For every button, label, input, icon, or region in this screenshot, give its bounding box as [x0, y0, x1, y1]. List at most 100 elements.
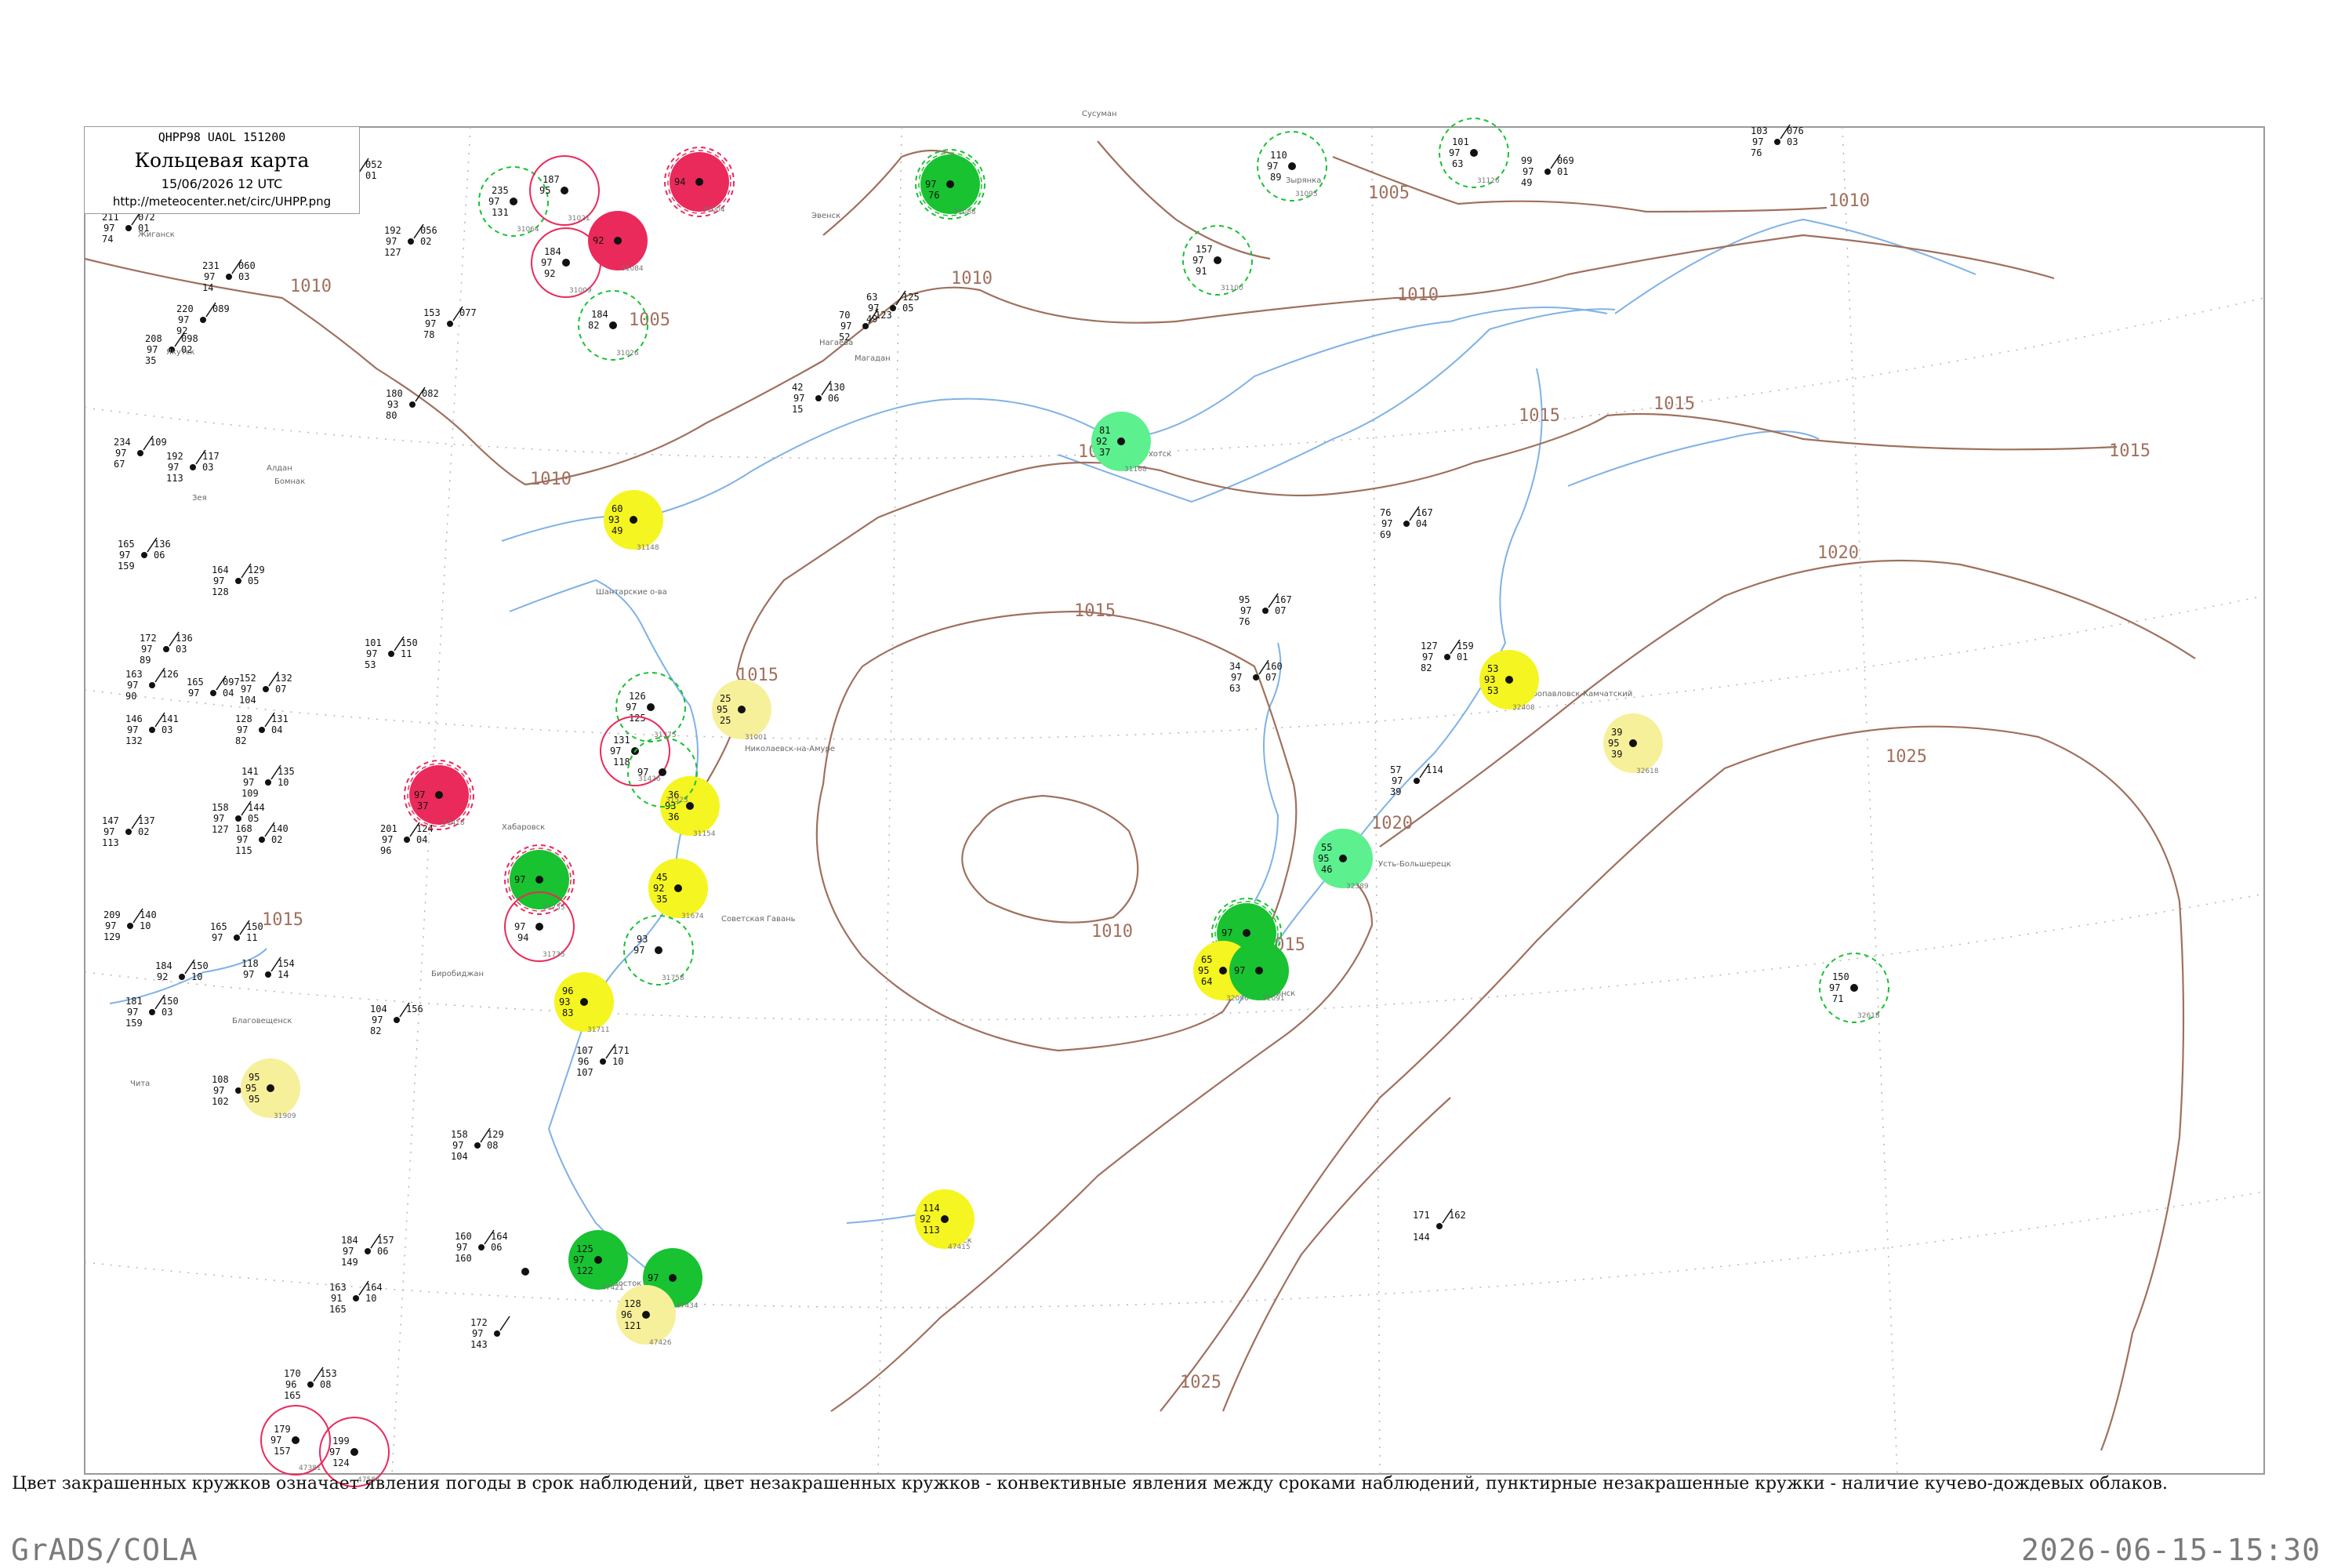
station-marker — [141, 552, 147, 558]
station-index: 47434 — [676, 1302, 699, 1310]
station-value: 164 — [212, 564, 229, 575]
station-marker — [149, 1009, 155, 1015]
station-plot: 579739 114 — [1390, 763, 1443, 797]
station-value: 140 — [140, 909, 157, 920]
station-value: 97 — [1449, 147, 1460, 158]
station-value: 97 — [452, 1140, 463, 1151]
station-plot: 16897115 14002 — [235, 822, 289, 856]
station-value: 146 — [125, 713, 143, 724]
station-value: 125 — [576, 1243, 593, 1254]
station-value: 10 — [365, 1293, 376, 1304]
station-marker — [1339, 855, 1347, 862]
station-index: 31064 — [517, 226, 539, 234]
station-marker — [1403, 521, 1410, 527]
station-plot: 769769 16704 — [1380, 506, 1433, 540]
station-index: 31523 — [666, 797, 688, 804]
station-marker — [353, 1295, 359, 1301]
station-plot: 16391165 16410 — [329, 1280, 383, 1315]
station-value: 132 — [275, 673, 292, 684]
station-value: 158 — [212, 802, 229, 813]
station-value: 129 — [248, 564, 265, 575]
station-marker — [1253, 674, 1259, 681]
station-value: 129 — [103, 931, 121, 942]
station-value: 104 — [239, 695, 256, 706]
station-value: 159 — [1457, 641, 1474, 652]
station-value: 39 — [1611, 727, 1622, 738]
station-marker — [1850, 984, 1858, 992]
station-plot: 18197159 15003 — [125, 994, 179, 1029]
station-value: 118 — [241, 958, 259, 969]
station-value: 53 — [1487, 685, 1498, 696]
station-plot: 16097160 16406 — [455, 1229, 508, 1264]
station-plot: 2209792089 — [176, 302, 230, 336]
station-value: 94 — [517, 932, 528, 943]
place-name: Чита — [130, 1080, 150, 1088]
station-value: 97 — [119, 550, 130, 561]
weather-circle: 1509771 32618 — [1819, 953, 1889, 1023]
place-name: Хабаровск — [502, 823, 545, 832]
station-marker — [659, 768, 666, 776]
isobar-label: 1010 — [530, 470, 572, 489]
station-value: 08 — [320, 1379, 331, 1390]
station-plot: 429715 13006 — [792, 380, 845, 415]
station-value: 156 — [406, 1004, 423, 1014]
station-marker — [127, 923, 133, 929]
station-value: 97 — [1231, 672, 1242, 683]
station-value: 192 — [384, 225, 401, 236]
station-value: 157 — [377, 1235, 394, 1246]
station-value: 42 — [792, 382, 803, 393]
station-value: 06 — [377, 1246, 388, 1257]
station-index: 31674 — [681, 913, 704, 920]
station-value: 07 — [1275, 605, 1286, 616]
station-index: 47381 — [299, 1465, 321, 1472]
weather-circle: 9776 31088 — [915, 149, 985, 220]
station-value: 97 — [1192, 255, 1203, 266]
station-value: 97 — [270, 1435, 281, 1446]
station-value: 37 — [1099, 447, 1110, 458]
station-value: 97 — [1752, 136, 1763, 147]
station-value: 97 — [1234, 965, 1245, 976]
weather-map: 1010100510101010101010101015101510151015… — [84, 110, 2265, 1487]
station-value: 10 — [278, 777, 289, 788]
station-value: 97 — [243, 969, 254, 980]
station-value: 39 — [1390, 786, 1401, 797]
station-value: 128 — [212, 586, 229, 597]
isobar-label: 1025 — [1886, 747, 1927, 767]
station-plot: 14797113 13702 — [102, 814, 155, 848]
station-value: 76 — [1751, 147, 1762, 158]
station-value: 06 — [828, 393, 839, 404]
station-plot: 17297143 — [470, 1316, 510, 1350]
station-value: 127 — [212, 824, 229, 835]
station-value: 143 — [470, 1339, 488, 1350]
weather-circle: 17997157 47381 — [260, 1405, 331, 1475]
station-value: 97 — [366, 648, 377, 659]
station-value: 127 — [1421, 641, 1438, 652]
station-value: 130 — [828, 382, 845, 393]
station-value: 107 — [576, 1045, 593, 1056]
station-value: 97 — [213, 813, 224, 824]
station-plot: 11897 15414 — [241, 956, 295, 980]
station-marker — [600, 1058, 606, 1065]
station-value: 153 — [423, 307, 441, 318]
station-value: 91 — [1196, 266, 1207, 277]
station-value: 114 — [1426, 764, 1443, 775]
station-value: 150 — [1832, 971, 1849, 982]
station-value: 97 — [1523, 166, 1534, 177]
station-value: 110 — [1270, 150, 1287, 161]
weather-circle: 259525 31001 — [712, 680, 771, 742]
isobar-label: 1020 — [1817, 543, 1859, 563]
station-value: 154 — [278, 958, 295, 969]
station-value: 126 — [162, 669, 179, 680]
station-value: 97 — [127, 724, 138, 735]
weather-circle: 94 31004 — [664, 147, 735, 217]
station-value: 160 — [455, 1231, 472, 1242]
station-value: 97 — [386, 236, 397, 247]
station-value: 056 — [420, 225, 437, 236]
station-plot: 211977407201 — [102, 210, 155, 245]
station-value: 95 — [1608, 738, 1619, 749]
place-name: Якутск — [166, 348, 194, 357]
station-value: 121 — [624, 1320, 641, 1331]
station-value: 159 — [125, 1018, 143, 1029]
station-value: 06 — [154, 550, 165, 561]
station-value: 10 — [191, 971, 202, 982]
